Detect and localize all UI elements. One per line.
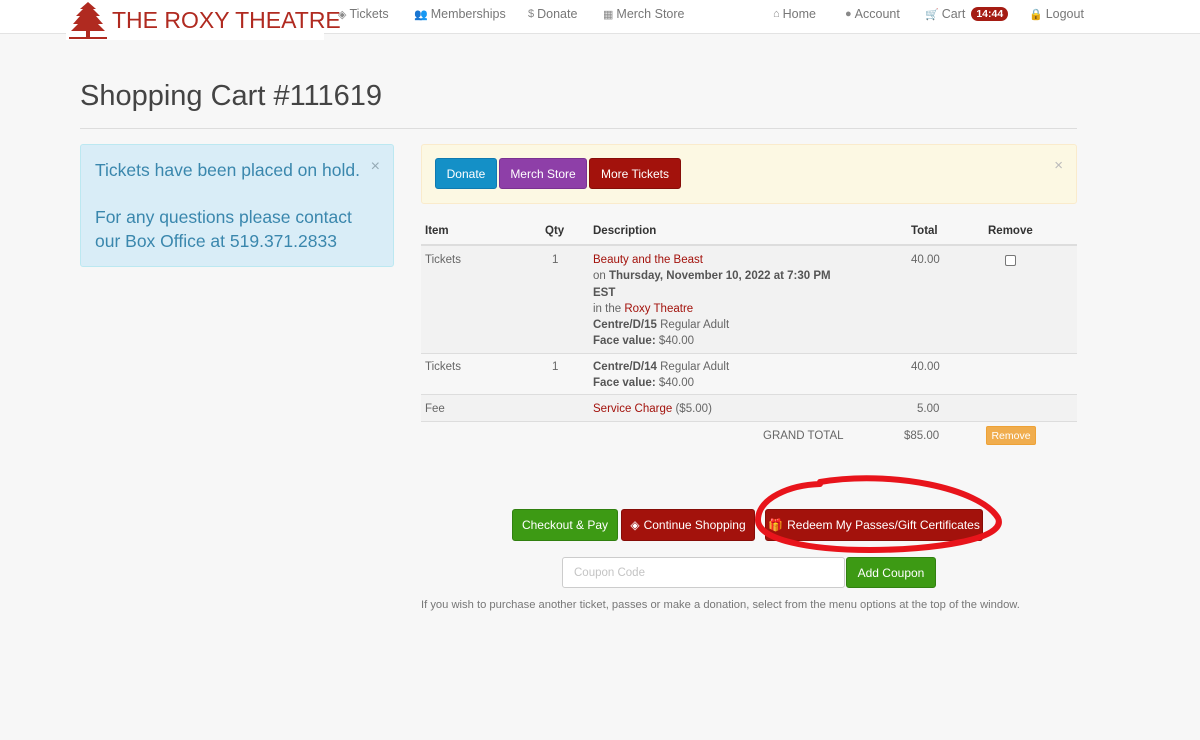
nav-label: Merch Store	[616, 7, 685, 21]
face-value: $40.00	[658, 377, 695, 390]
grand-total-row: GRAND TOTAL $85.00 Remove	[421, 422, 1077, 450]
service-charge-link[interactable]: Service Charge	[593, 403, 672, 415]
tree-logo-icon	[69, 2, 107, 39]
face-label: Face value:	[593, 335, 656, 348]
col-total: Total	[911, 225, 938, 237]
merch-store-button[interactable]: Merch Store	[499, 158, 587, 189]
row-item: Tickets	[425, 361, 461, 373]
event-datetime: Thursday, November 10, 2022 at 7:30 PM E…	[593, 270, 831, 299]
seat-type: Regular Adult	[660, 319, 730, 332]
nav-donate[interactable]: $ Donate	[528, 7, 577, 21]
row-description: Beauty and the Beast on Thursday, Novemb…	[593, 252, 853, 350]
row-total: 5.00	[917, 403, 940, 415]
redeem-label: Redeem My Passes/Gift Certificates	[787, 518, 980, 532]
nav-label: Donate	[537, 7, 578, 21]
nav-label: Memberships	[430, 7, 506, 21]
cart-icon: 🛒	[925, 8, 939, 21]
remove-checkbox[interactable]	[1005, 255, 1016, 266]
seat: Centre/D/15	[593, 319, 657, 332]
seat-type: Regular Adult	[660, 361, 730, 373]
in-prefix: in the	[593, 302, 622, 315]
nav-label: Cart	[941, 7, 966, 21]
nav-memberships[interactable]: 👥 Memberships	[414, 7, 506, 21]
nav-label: Logout	[1045, 7, 1084, 21]
col-qty: Qty	[545, 225, 565, 237]
nav-label: Tickets	[349, 7, 389, 21]
continue-shopping-label: Continue Shopping	[643, 518, 746, 532]
col-description: Description	[593, 225, 657, 237]
title-divider	[80, 128, 1077, 129]
top-navbar: THE ROXY THEATRE ◈ Tickets 👥 Memberships…	[0, 0, 1200, 40]
gift-icon: 🎁	[768, 518, 784, 532]
user-icon: ●	[845, 8, 852, 20]
nav-home[interactable]: ⌂ Home	[773, 7, 816, 21]
row-qty: 1	[552, 361, 559, 373]
col-remove: Remove	[988, 225, 1033, 237]
page-title: Shopping Cart #111619	[80, 80, 383, 112]
on-prefix: on	[593, 270, 606, 283]
grand-total-label: GRAND TOTAL	[763, 430, 844, 442]
dollar-icon: $	[528, 8, 535, 20]
coupon-code-input[interactable]	[562, 557, 845, 588]
quick-actions-bar: Donate Merch Store More Tickets ×	[421, 144, 1077, 204]
help-text: If you wish to purchase another ticket, …	[421, 599, 1020, 611]
venue-link[interactable]: Roxy Theatre	[624, 303, 693, 315]
table-header: Item Qty Description Total Remove	[421, 222, 1077, 246]
service-charge-amount: ($5.00)	[675, 403, 712, 415]
nav-label: Home	[782, 7, 816, 21]
row-total: 40.00	[911, 254, 940, 266]
nav-label: Account	[854, 7, 900, 21]
continue-shopping-button[interactable]: ◈ Continue Shopping	[621, 509, 755, 541]
home-icon: ⌂	[773, 8, 780, 20]
remove-button[interactable]: Remove	[986, 426, 1036, 445]
table-row: Tickets 1 Centre/D/14 Regular Adult Face…	[421, 354, 1077, 395]
checkout-pay-button[interactable]: Checkout & Pay	[512, 509, 618, 541]
hold-info-alert: × Tickets have been placed on hold. For …	[80, 144, 394, 267]
cart-table: Item Qty Description Total Remove Ticket…	[421, 222, 1077, 450]
face-value: $40.00	[658, 335, 695, 348]
row-total: 40.00	[911, 361, 940, 373]
table-row: Fee Service Charge ($5.00) 5.00	[421, 395, 1077, 422]
table-row: Tickets 1 Beauty and the Beast on Thursd…	[421, 246, 1077, 354]
more-tickets-button[interactable]: More Tickets	[589, 158, 681, 189]
nav-merch-store[interactable]: ▦ Merch Store	[603, 7, 685, 21]
row-item: Fee	[425, 403, 445, 415]
contact-message: For any questions please contact our Box…	[95, 207, 352, 251]
row-description: Service Charge ($5.00)	[593, 401, 853, 417]
row-qty: 1	[552, 254, 559, 266]
hold-message: Tickets have been placed on hold.	[95, 160, 360, 180]
redeem-passes-button[interactable]: 🎁 Redeem My Passes/Gift Certificates	[765, 509, 983, 541]
row-description: Centre/D/14 Regular Adult Face value: $4…	[593, 359, 853, 392]
add-coupon-button[interactable]: Add Coupon	[846, 557, 936, 588]
store-icon: ▦	[603, 8, 614, 21]
brand-name: THE ROXY THEATRE	[112, 6, 341, 33]
grand-total-value: $85.00	[904, 430, 940, 442]
row-item: Tickets	[425, 254, 461, 266]
ticket-icon: ◈	[338, 8, 347, 21]
users-icon: 👥	[414, 8, 428, 21]
nav-account[interactable]: ● Account	[845, 7, 900, 21]
col-item: Item	[425, 225, 449, 237]
nav-cart[interactable]: 🛒 Cart 14:44	[925, 7, 1009, 21]
nav-tickets[interactable]: ◈ Tickets	[338, 7, 389, 21]
face-label: Face value:	[593, 377, 656, 390]
ticket-icon: ◈	[630, 518, 640, 532]
nav-logout[interactable]: 🔒 Logout	[1029, 7, 1084, 21]
event-link[interactable]: Beauty and the Beast	[593, 254, 703, 266]
close-icon[interactable]: ×	[1054, 157, 1063, 174]
cart-timer-badge: 14:44	[971, 7, 1009, 21]
donate-button[interactable]: Donate	[435, 158, 497, 189]
roxy-logo[interactable]: THE ROXY THEATRE	[66, 0, 341, 40]
seat: Centre/D/14	[593, 361, 657, 373]
close-icon[interactable]: ×	[371, 155, 380, 179]
lock-icon: 🔒	[1029, 8, 1043, 21]
